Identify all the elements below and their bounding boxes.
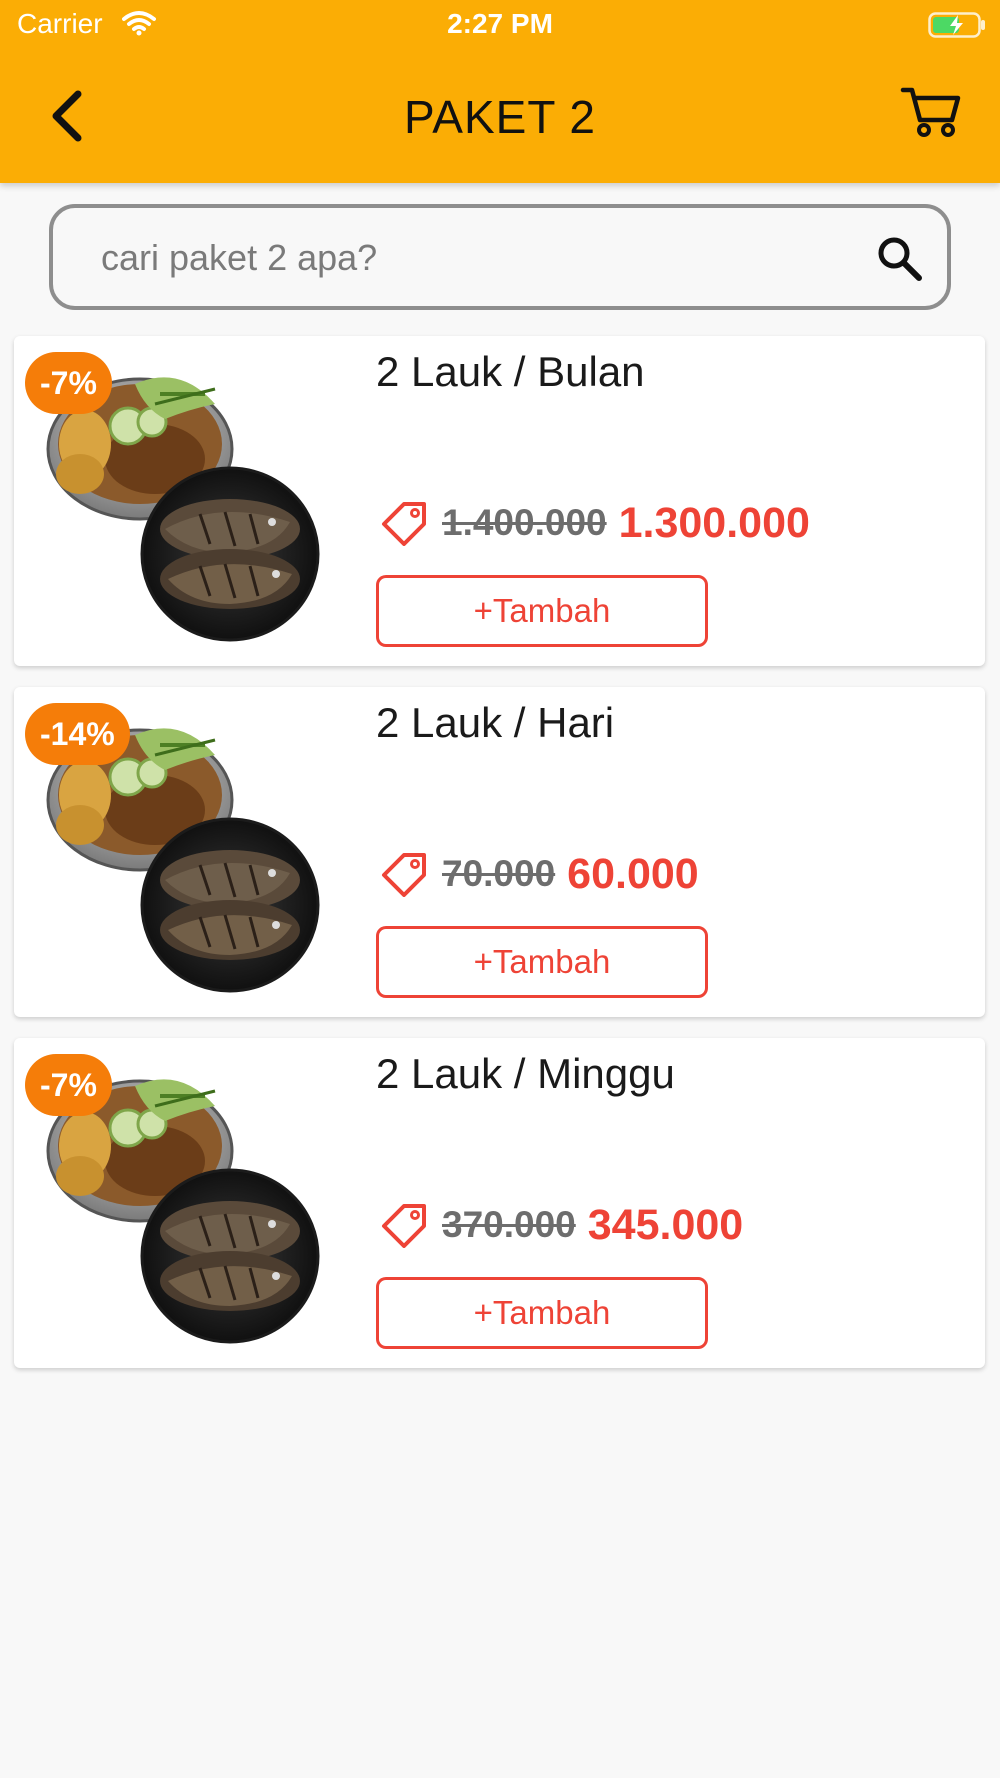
search-icon[interactable] <box>875 234 925 284</box>
add-to-cart-button[interactable]: +Tambah <box>376 1277 708 1349</box>
status-bar: Carrier 2:27 PM <box>0 0 1000 52</box>
shopping-cart-icon[interactable] <box>900 84 962 138</box>
price-tag-icon <box>382 502 426 546</box>
price-row: 70.000 60.000 <box>380 849 699 899</box>
status-time: 2:27 PM <box>447 8 553 39</box>
discount-badge: -7% <box>25 352 112 414</box>
product-name: 2 Lauk / Hari <box>376 699 615 746</box>
original-price: 70.000 <box>442 853 556 894</box>
app-header: Carrier 2:27 PM PAKET 2 <box>0 0 1000 183</box>
price-tag-icon <box>382 1204 426 1248</box>
product-name: 2 Lauk / Minggu <box>376 1050 675 1097</box>
discounted-price: 60.000 <box>567 849 699 898</box>
price-row: 370.000 345.000 <box>380 1200 743 1250</box>
discount-badge: -7% <box>25 1054 112 1116</box>
add-to-cart-button[interactable]: +Tambah <box>376 926 708 998</box>
search-input[interactable] <box>101 236 841 280</box>
battery-icon <box>928 12 985 38</box>
add-to-cart-button[interactable]: +Tambah <box>376 575 708 647</box>
page-title: PAKET 2 <box>404 91 596 143</box>
product-list: -7% 2 Lauk / Bulan 1.400.000 1.300.000 +… <box>14 336 986 1389</box>
discounted-price: 1.300.000 <box>618 498 810 547</box>
discount-badge: -14% <box>25 703 130 765</box>
price-row: 1.400.000 1.300.000 <box>380 498 810 548</box>
product-card[interactable]: -7% 2 Lauk / Minggu 370.000 345.000 +Tam… <box>14 1038 985 1368</box>
product-card[interactable]: -14% 2 Lauk / Hari 70.000 60.000 +Tambah <box>14 687 985 1017</box>
discounted-price: 345.000 <box>587 1200 744 1249</box>
original-price: 370.000 <box>442 1204 576 1245</box>
product-name: 2 Lauk / Bulan <box>376 348 645 395</box>
price-tag-icon <box>382 853 426 897</box>
search-bar <box>49 204 951 310</box>
product-card[interactable]: -7% 2 Lauk / Bulan 1.400.000 1.300.000 +… <box>14 336 985 666</box>
original-price: 1.400.000 <box>442 502 607 543</box>
